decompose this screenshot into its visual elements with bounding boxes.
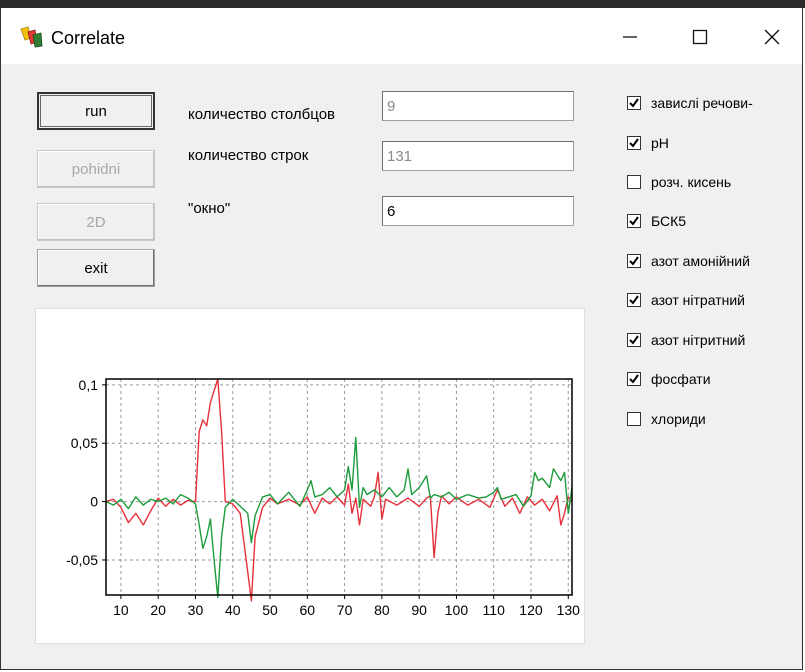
checkmark-icon xyxy=(629,256,639,266)
checkbox-row[interactable]: БСК5 xyxy=(627,210,686,232)
x-tick-label: 40 xyxy=(225,602,241,618)
checkbox-row[interactable]: азот нітритний xyxy=(627,329,745,351)
checkmark-icon xyxy=(629,295,639,305)
x-tick-label: 10 xyxy=(113,602,129,618)
columns-label: количество столбцов xyxy=(188,106,336,123)
checkbox-row[interactable]: азот нітратний xyxy=(627,289,745,311)
checkbox-checked[interactable] xyxy=(627,96,641,110)
checkbox-label: завислі речови- xyxy=(651,95,753,111)
checkmark-icon xyxy=(629,335,639,345)
x-tick-label: 30 xyxy=(188,602,204,618)
maximize-button[interactable] xyxy=(677,20,723,54)
x-tick-label: 130 xyxy=(557,602,581,618)
checkbox-row[interactable]: завислі речови- xyxy=(627,92,753,114)
checkmark-icon xyxy=(629,98,639,108)
maximize-icon xyxy=(692,29,708,45)
y-tick-label: 0,05 xyxy=(71,435,98,451)
checkbox-row[interactable]: фосфати xyxy=(627,368,711,390)
window-size-field[interactable]: 6 xyxy=(382,196,574,226)
checkbox-label: pH xyxy=(651,135,669,151)
window-size-label: "окно" xyxy=(188,200,231,217)
checkmark-icon xyxy=(629,138,639,148)
x-tick-label: 50 xyxy=(262,602,278,618)
checkmark-icon xyxy=(629,374,639,384)
checkbox-unchecked[interactable] xyxy=(627,412,641,426)
close-icon xyxy=(764,29,780,45)
checkbox-label: фосфати xyxy=(651,371,711,387)
checkbox-row[interactable]: pH xyxy=(627,132,669,154)
delphi-app-icon xyxy=(19,26,43,48)
checkmark-icon xyxy=(629,216,639,226)
checkbox-label: азот нітритний xyxy=(651,332,746,348)
x-tick-label: 120 xyxy=(519,602,543,618)
checkbox-checked[interactable] xyxy=(627,293,641,307)
title-bar[interactable]: Correlate xyxy=(1,8,802,64)
y-tick-label: 0 xyxy=(90,494,98,510)
plot-area xyxy=(106,379,572,595)
checkbox-unchecked[interactable] xyxy=(627,175,641,189)
x-tick-label: 60 xyxy=(300,602,316,618)
x-tick-label: 100 xyxy=(445,602,469,618)
checkbox-label: БСК5 xyxy=(651,213,687,229)
checkbox-row[interactable]: розч. кисень xyxy=(627,171,731,193)
x-tick-label: 80 xyxy=(374,602,390,618)
close-button[interactable] xyxy=(749,20,795,54)
x-tick-label: 70 xyxy=(337,602,353,618)
y-tick-label: 0,1 xyxy=(79,377,99,393)
checkbox-label: азот нітратний xyxy=(651,292,745,308)
x-tick-label: 110 xyxy=(483,602,506,618)
chart-svg: 10 20 30 40 50 60 70 80 90 100 110 120 130 0,1 0,05 0 -0… xyxy=(66,377,581,618)
2d-button[interactable]: 2D xyxy=(37,203,155,241)
checkbox-label: розч. кисень xyxy=(651,174,732,190)
correlate-window: Correlate run pohidni 2D exit количество… xyxy=(0,8,803,670)
correlation-chart: 10 20 30 40 50 60 70 80 90 100 110 120 130 0,1 0,05 0 -0… xyxy=(35,308,585,644)
checkbox-checked[interactable] xyxy=(627,214,641,228)
window-title: Correlate xyxy=(51,28,126,48)
checkbox-row[interactable]: азот амонійний xyxy=(627,250,750,272)
minimize-icon xyxy=(623,36,637,38)
columns-field[interactable]: 9 xyxy=(382,91,574,121)
minimize-button[interactable] xyxy=(607,20,653,54)
checkbox-row[interactable]: хлориди xyxy=(627,408,706,430)
pohidni-button[interactable]: pohidni xyxy=(37,150,155,188)
checkbox-checked[interactable] xyxy=(627,372,641,386)
checkbox-checked[interactable] xyxy=(627,333,641,347)
run-button[interactable]: run xyxy=(37,92,155,130)
x-tick-label: 20 xyxy=(150,602,166,618)
checkbox-checked[interactable] xyxy=(627,254,641,268)
exit-button[interactable]: exit xyxy=(37,249,155,287)
rows-label: количество строк xyxy=(188,147,309,164)
screen-top-edge xyxy=(0,0,805,8)
y-tick-label: -0,05 xyxy=(66,552,98,568)
rows-field[interactable]: 131 xyxy=(382,141,574,171)
checkbox-checked[interactable] xyxy=(627,136,641,150)
checkbox-label: азот амонійний xyxy=(651,253,750,269)
checkbox-label: хлориди xyxy=(651,411,706,427)
x-tick-label: 90 xyxy=(411,602,427,618)
